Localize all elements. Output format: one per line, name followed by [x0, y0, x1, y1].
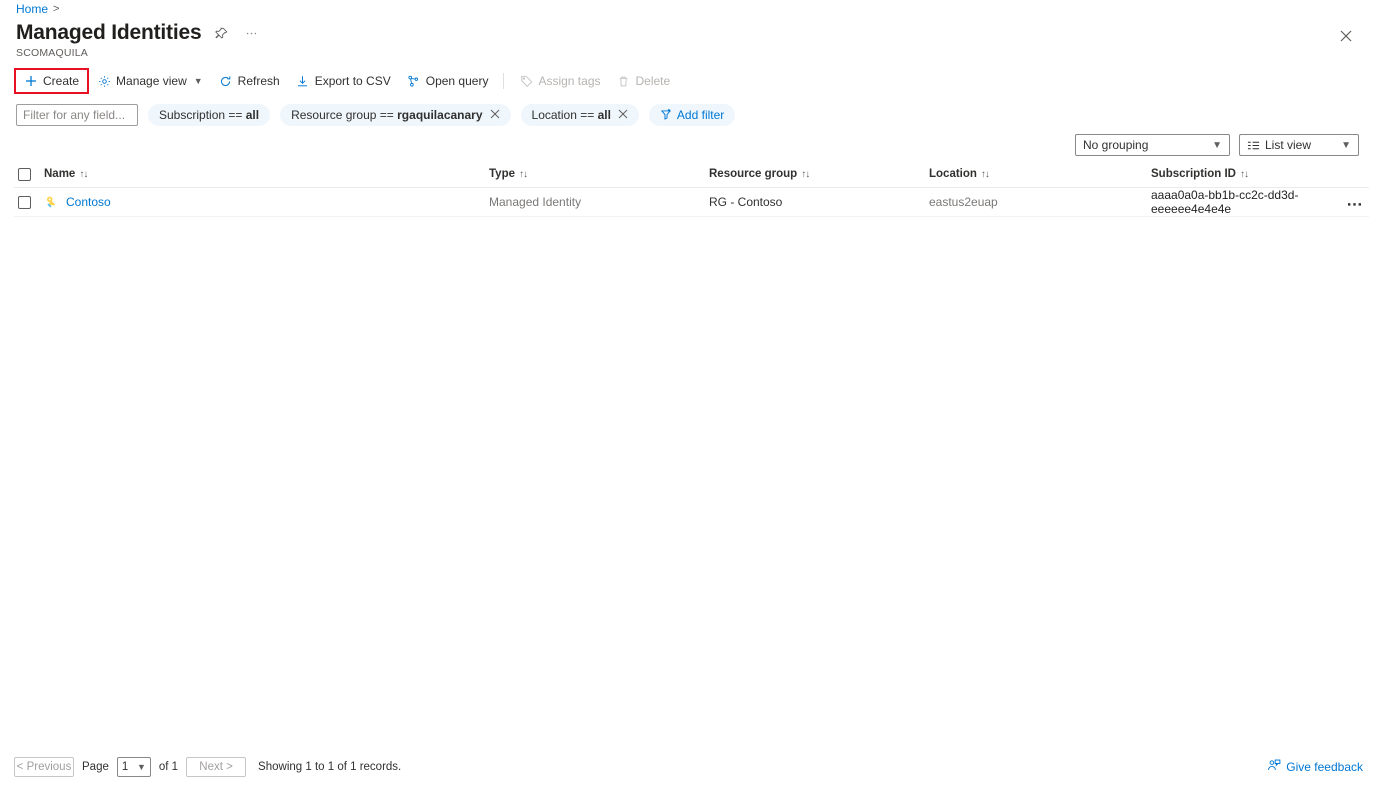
- sort-icon: ↑↓: [1240, 169, 1248, 180]
- filter-pill-subscription[interactable]: Subscription == all: [148, 104, 270, 126]
- remove-filter-location-icon[interactable]: [618, 109, 628, 121]
- filter-bar: Subscription == all Resource group == rg…: [16, 103, 1367, 127]
- filter-pill-resource-group-label: Resource group == rgaquilacanary: [291, 108, 482, 122]
- column-header-name[interactable]: Name ↑↓: [44, 168, 489, 180]
- grouping-select[interactable]: No grouping ▼: [1075, 134, 1230, 156]
- sort-icon: ↑↓: [79, 169, 87, 180]
- column-header-name-label: Name: [44, 168, 75, 180]
- filter-pill-location-label: Location == all: [532, 108, 611, 122]
- cell-subscription-id: aaaa0a0a-bb1b-cc2c-dd3d-eeeeee4e4e4e: [1151, 188, 1339, 216]
- breadcrumb-home-link[interactable]: Home: [16, 2, 48, 16]
- column-header-subscription-id[interactable]: Subscription ID ↑↓: [1151, 168, 1339, 180]
- grouping-select-value: No grouping: [1083, 138, 1212, 152]
- breadcrumb: Home >: [16, 2, 59, 16]
- next-page-button[interactable]: Next >: [186, 757, 246, 777]
- chevron-down-icon: ▼: [1341, 140, 1351, 151]
- sort-icon: ↑↓: [801, 169, 809, 180]
- page-label: Page: [82, 761, 109, 773]
- add-filter-button[interactable]: Add filter: [649, 104, 735, 126]
- tag-icon: [519, 74, 533, 88]
- delete-label: Delete: [636, 74, 671, 88]
- delete-button[interactable]: Delete: [609, 69, 679, 93]
- chevron-down-icon: ▼: [137, 762, 146, 772]
- query-graph-icon: [407, 74, 421, 88]
- list-view-icon: [1247, 140, 1260, 151]
- open-query-button[interactable]: Open query: [399, 69, 497, 93]
- view-select[interactable]: List view ▼: [1239, 134, 1359, 156]
- command-bar: Create Manage view ▼ Refresh: [14, 68, 1367, 94]
- column-header-resource-group[interactable]: Resource group ↑↓: [709, 168, 929, 180]
- create-button-highlight: Create: [14, 68, 89, 94]
- cell-name: Contoso: [44, 195, 489, 210]
- column-header-subscription-id-label: Subscription ID: [1151, 168, 1236, 180]
- total-pages-label: of 1: [159, 761, 178, 773]
- column-header-resource-group-label: Resource group: [709, 168, 797, 180]
- view-select-value: List view: [1265, 138, 1341, 152]
- remove-filter-resource-group-icon[interactable]: [490, 109, 500, 121]
- filter-pill-resource-group[interactable]: Resource group == rgaquilacanary: [280, 104, 510, 126]
- chevron-down-icon: ▼: [194, 76, 203, 86]
- sort-icon: ↑↓: [519, 169, 527, 180]
- give-feedback-label: Give feedback: [1286, 760, 1363, 774]
- refresh-button[interactable]: Refresh: [211, 69, 288, 93]
- ellipsis-icon[interactable]: [241, 23, 261, 43]
- table-header-row: Name ↑↓ Type ↑↓ Resource group ↑↓ Locati…: [14, 165, 1369, 188]
- close-icon[interactable]: [1333, 23, 1359, 49]
- managed-identity-icon: [44, 195, 59, 210]
- previous-page-button[interactable]: < Previous: [14, 757, 74, 777]
- trash-icon: [617, 74, 631, 88]
- page-header: Managed Identities: [16, 20, 261, 46]
- breadcrumb-separator: >: [53, 3, 59, 15]
- column-header-location[interactable]: Location ↑↓: [929, 168, 1151, 180]
- row-actions-cell: [1339, 198, 1369, 207]
- assign-tags-button[interactable]: Assign tags: [511, 69, 608, 93]
- column-header-type[interactable]: Type ↑↓: [489, 168, 709, 180]
- row-checkbox[interactable]: [18, 196, 31, 209]
- manage-view-label: Manage view: [116, 74, 187, 88]
- cell-type: Managed Identity: [489, 195, 709, 209]
- cell-location: eastus2euap: [929, 195, 1151, 209]
- row-more-menu-icon[interactable]: [1347, 198, 1362, 207]
- search-input[interactable]: [16, 104, 138, 126]
- page-number-select[interactable]: 1 ▼: [117, 757, 151, 777]
- select-all-cell: [14, 168, 44, 181]
- refresh-icon: [219, 74, 233, 88]
- create-label: Create: [43, 74, 79, 88]
- pin-icon[interactable]: [211, 23, 231, 43]
- resources-table: Name ↑↓ Type ↑↓ Resource group ↑↓ Locati…: [14, 165, 1369, 217]
- cell-resource-group: RG - Contoso: [709, 195, 929, 209]
- page-number-value: 1: [122, 761, 128, 773]
- sort-icon: ↑↓: [981, 169, 989, 180]
- view-controls: No grouping ▼ List view ▼: [1075, 134, 1359, 156]
- chevron-down-icon: ▼: [1212, 140, 1222, 151]
- export-csv-label: Export to CSV: [315, 74, 391, 88]
- column-header-location-label: Location: [929, 168, 977, 180]
- gear-icon: [97, 74, 111, 88]
- add-filter-label: Add filter: [677, 108, 724, 122]
- open-query-label: Open query: [426, 74, 489, 88]
- filter-pill-location[interactable]: Location == all: [521, 104, 639, 126]
- download-icon: [296, 74, 310, 88]
- give-feedback-button[interactable]: Give feedback: [1267, 759, 1363, 775]
- column-header-type-label: Type: [489, 168, 515, 180]
- page-subtitle: SCOMAQUILA: [16, 47, 88, 59]
- cell-name-link[interactable]: Contoso: [66, 195, 111, 209]
- toolbar-divider: [503, 73, 504, 89]
- filter-pill-subscription-label: Subscription == all: [159, 108, 259, 122]
- pagination-footer: < Previous Page 1 ▼ of 1 Next > Showing …: [14, 757, 1363, 777]
- feedback-person-icon: [1267, 759, 1281, 775]
- row-select-cell: [14, 196, 44, 209]
- page-title: Managed Identities: [16, 20, 201, 46]
- add-filter-icon: [660, 108, 672, 123]
- assign-tags-label: Assign tags: [538, 74, 600, 88]
- manage-view-button[interactable]: Manage view ▼: [89, 69, 211, 93]
- export-csv-button[interactable]: Export to CSV: [288, 69, 399, 93]
- refresh-label: Refresh: [238, 74, 280, 88]
- records-summary: Showing 1 to 1 of 1 records.: [258, 761, 401, 773]
- select-all-checkbox[interactable]: [18, 168, 31, 181]
- plus-icon: [24, 74, 38, 88]
- table-row[interactable]: Contoso Managed Identity RG - Contoso ea…: [14, 188, 1369, 217]
- create-button[interactable]: Create: [16, 69, 87, 93]
